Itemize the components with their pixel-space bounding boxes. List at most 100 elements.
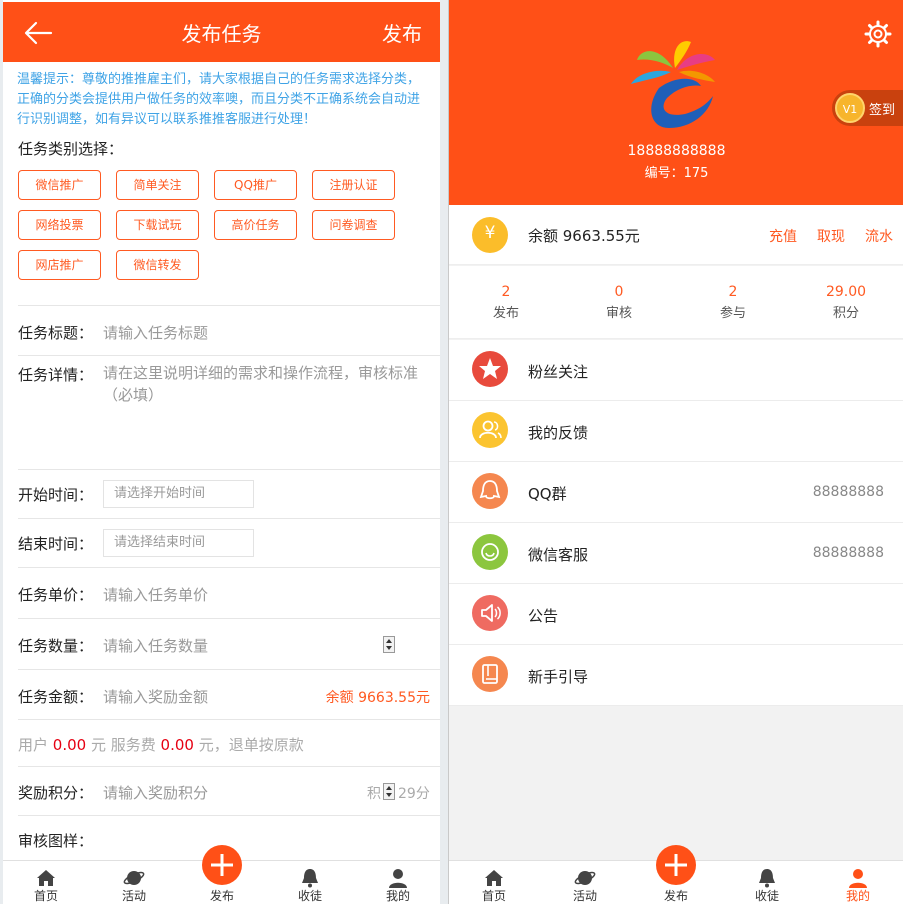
fee-mid: 元 服务费 <box>90 736 156 754</box>
unit-price-input[interactable]: 请输入任务单价 <box>103 584 208 605</box>
tab-publish[interactable]: 发布 <box>187 845 257 904</box>
sample-image-label: 审核图样： <box>18 832 94 850</box>
menu-item-wechat-service[interactable]: 微信客服 88888888 <box>449 523 903 584</box>
tab-activity-label: 活动 <box>121 889 146 903</box>
menu-item-qq-group[interactable]: QQ群 88888888 <box>449 462 903 523</box>
menu-item-announcement[interactable]: 公告 <box>449 584 903 645</box>
divider <box>18 618 440 619</box>
tab-mine[interactable]: 我的 <box>363 861 433 904</box>
menu-item-guide[interactable]: 新手引导 <box>449 645 903 706</box>
flow-link[interactable]: 流水 <box>865 226 893 246</box>
start-time-input[interactable]: 请选择开始时间 <box>103 480 254 508</box>
signin-label: 签到 <box>869 103 896 118</box>
category-label: 任务类别选择： <box>18 140 124 158</box>
menu-item-feedback[interactable]: 我的反馈 <box>449 401 903 462</box>
fee-service-amount: 0.00 <box>160 736 194 754</box>
menu-label: 公告 <box>528 607 559 625</box>
balance-text: 余额 9663.55元 <box>528 227 640 245</box>
tab-publish-label: 发布 <box>663 889 688 903</box>
fee-suffix: 元，退单按原款 <box>198 736 304 754</box>
end-time-label: 结束时间： <box>18 535 94 553</box>
divider <box>18 469 440 470</box>
level-badge: V1 <box>835 93 865 123</box>
stat-participate-label: 参与 <box>719 306 746 321</box>
planet-icon <box>574 871 596 885</box>
quantity-stepper[interactable] <box>383 636 395 653</box>
quantity-input[interactable]: 请输入任务数量 <box>103 635 208 656</box>
stat-participate[interactable]: 2 参与 <box>683 284 783 321</box>
tab-collect-label: 收徒 <box>297 889 322 903</box>
category-tag-survey[interactable]: 问卷调查 <box>312 210 395 240</box>
tab-home[interactable]: 首页 <box>459 861 529 904</box>
category-tag-wechat-forward[interactable]: 微信转发 <box>116 250 199 280</box>
stat-review-label: 审核 <box>605 306 632 321</box>
balance-row: ¥ 余额 9663.55元 充值 取现 流水 <box>449 205 903 265</box>
amount-input[interactable]: 请输入奖励金额 <box>103 686 208 707</box>
tab-collect-label: 收徒 <box>754 889 779 903</box>
divider <box>18 669 440 670</box>
plus-icon[interactable] <box>202 845 242 885</box>
category-tag-wechat-promo[interactable]: 微信推广 <box>18 170 101 200</box>
tab-publish[interactable]: 发布 <box>641 845 711 904</box>
menu-label: 粉丝关注 <box>528 363 589 381</box>
stat-points[interactable]: 29.00 积分 <box>796 284 896 321</box>
smile-icon <box>472 534 508 570</box>
page-title: 发布任务 <box>181 22 262 46</box>
tab-activity[interactable]: 活动 <box>550 861 620 904</box>
tab-mine-label: 我的 <box>845 889 870 903</box>
publish-button[interactable]: 发布 <box>382 18 422 47</box>
task-detail-textarea[interactable]: 请在这里说明详细的需求和操作流程，审核标准（必填） <box>103 362 433 406</box>
category-tag-high-price[interactable]: 高价任务 <box>214 210 297 240</box>
start-time-label: 开始时间： <box>18 486 94 504</box>
tab-home-label: 首页 <box>481 889 506 903</box>
settings-gear-icon[interactable] <box>864 20 892 48</box>
end-time-input[interactable]: 请选择结束时间 <box>103 529 254 557</box>
stat-review[interactable]: 0 审核 <box>569 284 669 321</box>
menu-label: 新手引导 <box>528 668 589 686</box>
tab-collect[interactable]: 收徒 <box>275 861 345 904</box>
category-tag-vote[interactable]: 网络投票 <box>18 210 101 240</box>
withdraw-link[interactable]: 取现 <box>817 226 845 246</box>
user-icon <box>389 869 407 888</box>
tab-activity[interactable]: 活动 <box>99 861 169 904</box>
planet-icon <box>123 871 145 885</box>
fee-line: 用户 0.00 元 服务费 0.00 元，退单按原款 <box>18 734 304 755</box>
menu-item-fans[interactable]: 粉丝关注 <box>449 340 903 401</box>
task-title-input[interactable]: 请输入任务标题 <box>103 322 208 343</box>
balance-hint: 余额 9663.55元 <box>325 690 430 706</box>
menu-value: 88888888 <box>812 545 884 561</box>
divider <box>18 815 440 816</box>
divider <box>18 567 440 568</box>
category-tag-shop-promo[interactable]: 网店推广 <box>18 250 101 280</box>
points-suffix-a: 积 <box>367 786 381 802</box>
header-bar: 发布任务 发布 <box>3 2 440 62</box>
signin-button[interactable]: V1 签到 <box>832 90 903 126</box>
tab-home[interactable]: 首页 <box>11 861 81 904</box>
points-stepper[interactable] <box>383 783 395 800</box>
points-label: 奖励积分： <box>18 784 94 802</box>
points-input[interactable]: 请输入奖励积分 <box>103 782 208 803</box>
tab-mine[interactable]: 我的 <box>823 861 893 904</box>
user-icon <box>849 869 867 888</box>
category-tag-simple-follow[interactable]: 简单关注 <box>116 170 199 200</box>
plus-icon[interactable] <box>656 845 696 885</box>
fee-user-amount: 0.00 <box>52 736 87 754</box>
amount-label: 任务金额： <box>18 688 94 706</box>
bell-icon <box>302 869 318 888</box>
divider <box>18 518 440 519</box>
recharge-link[interactable]: 充值 <box>769 226 797 246</box>
category-tag-qq-promo[interactable]: QQ推广 <box>214 170 297 200</box>
category-tag-download[interactable]: 下载试玩 <box>116 210 199 240</box>
tip-text: 温馨提示：尊敬的推推雇主们，请大家根据自己的任务需求选择分类，正确的分类会提供用… <box>17 72 421 127</box>
stat-points-num: 29.00 <box>825 284 867 300</box>
category-tag-register[interactable]: 注册认证 <box>312 170 395 200</box>
tab-collect[interactable]: 收徒 <box>732 861 802 904</box>
stat-publish[interactable]: 2 发布 <box>456 284 556 321</box>
menu-value: 88888888 <box>812 484 884 500</box>
user-phone: 18888888888 <box>627 143 726 159</box>
tab-activity-label: 活动 <box>572 889 597 903</box>
qq-icon <box>472 473 508 509</box>
stat-points-label: 积分 <box>832 306 859 321</box>
menu-label: 我的反馈 <box>528 424 589 442</box>
app-logo <box>631 41 715 128</box>
